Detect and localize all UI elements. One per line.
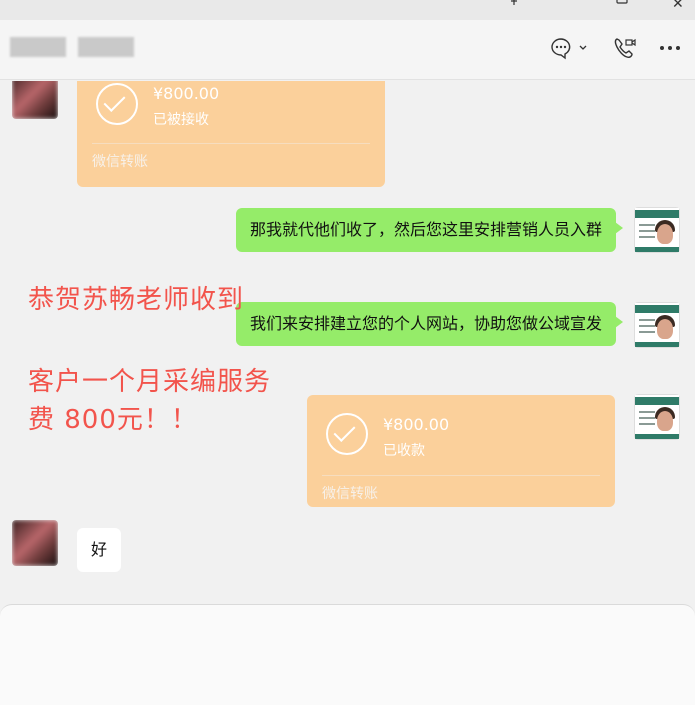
transfer-card-received[interactable]: ¥800.00 已被接收 微信转账 (77, 81, 385, 187)
transfer-footer: 微信转账 (322, 486, 378, 502)
chat-name-redacted (10, 37, 140, 59)
avatar-self[interactable] (634, 394, 680, 440)
chat-header (0, 20, 695, 80)
overlay-caption-line3: 费 800元！！ (28, 405, 198, 435)
avatar-self[interactable] (634, 302, 680, 348)
transfer-footer: 微信转账 (92, 154, 148, 170)
message-bubble-sent[interactable]: 我们来安排建立您的个人网站，协助您做公域宣发 (236, 302, 623, 346)
transfer-card-collected[interactable]: ¥800.00 已收款 微信转账 (307, 395, 615, 507)
transfer-status: 已收款 (383, 443, 425, 459)
transfer-status: 已被接收 (153, 112, 209, 128)
transfer-amount: ¥800.00 (153, 84, 220, 103)
transfer-divider (92, 143, 370, 144)
check-icon (326, 413, 368, 455)
transfer-amount: ¥800.00 (383, 415, 450, 434)
maximize-icon[interactable] (616, 0, 628, 10)
message-bubble-sent[interactable]: 那我就代他们收了，然后您这里安排营销人员入群 (236, 208, 623, 252)
more-options-icon[interactable] (658, 36, 682, 64)
transfer-divider (322, 475, 600, 476)
chat-more-icon[interactable] (550, 36, 590, 64)
avatar-self[interactable] (634, 207, 680, 253)
window-titlebar: ✕ (0, 0, 695, 20)
overlay-caption-line2: 客户一个月采编服务 (28, 367, 272, 397)
check-icon (96, 83, 138, 125)
pin-icon[interactable] (508, 0, 520, 10)
message-bubble-received[interactable]: 好 (77, 528, 122, 572)
avatar-contact[interactable] (12, 520, 58, 566)
overlay-caption-line1: 恭贺苏畅老师收到 (28, 285, 245, 315)
video-call-icon[interactable] (612, 36, 636, 64)
close-icon[interactable]: ✕ (672, 0, 684, 12)
message-input-area[interactable] (0, 604, 695, 705)
message-list[interactable]: ¥800.00 已被接收 微信转账 那我就代他们收了，然后您这里安排营销人员入群… (0, 81, 695, 603)
avatar-contact[interactable] (12, 81, 58, 119)
